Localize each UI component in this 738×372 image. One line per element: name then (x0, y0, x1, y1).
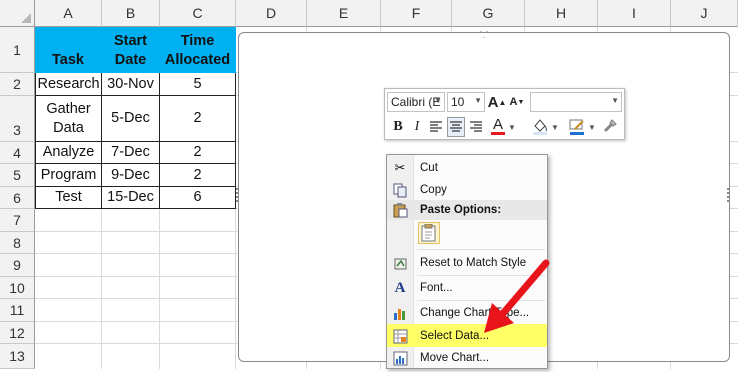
chevron-down-icon[interactable]: ▼ (550, 119, 560, 135)
row-header-9[interactable]: 9 (0, 254, 35, 277)
row-header-8[interactable]: 8 (0, 232, 35, 254)
table-cell[interactable]: 2 (160, 96, 236, 142)
align-left-button[interactable] (427, 117, 445, 137)
menu-item-label: Cut (420, 161, 438, 174)
chart-resize-handle-right[interactable] (727, 188, 731, 202)
row-header-10[interactable]: 10 (0, 277, 35, 299)
clipboard-icon (421, 224, 436, 242)
outline-color-button[interactable] (567, 116, 587, 136)
copy-icon (392, 182, 408, 198)
paint-bucket-icon (533, 119, 547, 135)
table-cell[interactable]: 6 (160, 187, 236, 209)
chevron-down-icon: ▼ (611, 96, 619, 105)
font-name-combobox[interactable]: Calibri (E ▼ (387, 92, 445, 112)
column-header-e[interactable]: E (307, 0, 381, 27)
table-header-time-allocated[interactable]: Time Allocated (160, 27, 236, 73)
column-header-b[interactable]: B (102, 0, 160, 27)
column-header-f[interactable]: F (381, 0, 452, 27)
table-header-start-date[interactable]: Start Date (102, 27, 160, 73)
pen-outline-icon (569, 119, 584, 135)
column-header-a[interactable]: A (35, 0, 102, 27)
table-cell[interactable]: Program (35, 164, 102, 187)
bold-button[interactable]: B (389, 117, 407, 137)
table-cell[interactable]: 15-Dec (102, 187, 160, 209)
shrink-font-button[interactable]: A ▼ (509, 92, 525, 112)
menu-item-label: Font... (420, 281, 453, 294)
align-right-icon (470, 121, 482, 132)
column-header-c[interactable]: C (160, 0, 236, 27)
table-header-task[interactable]: Task (35, 27, 102, 73)
table-cell[interactable]: 5 (160, 73, 236, 96)
row-header-12[interactable]: 12 (0, 322, 35, 344)
mini-format-toolbar: Calibri (E ▼ 10 ▼ A ▲ A ▼ ▼ B I A ▼ ▼ ▼ (384, 88, 625, 140)
table-cell[interactable]: 5-Dec (102, 96, 160, 142)
row-header-4[interactable]: 4 (0, 142, 35, 164)
brush-icon (603, 119, 617, 133)
menu-heading-label: Paste Options: (420, 204, 502, 216)
select-all-corner[interactable] (0, 0, 35, 27)
chevron-down-icon[interactable]: ▼ (587, 119, 597, 135)
chevron-down-icon: ▼ (434, 96, 442, 105)
font-color-icon: A (492, 116, 503, 133)
paste-icon (392, 202, 408, 218)
select-data-icon (392, 328, 408, 344)
italic-button[interactable]: I (409, 117, 425, 137)
row-header-1[interactable]: 1 (0, 27, 35, 73)
chart-resize-handle-left[interactable] (236, 188, 240, 202)
table-cell[interactable]: 30-Nov (102, 73, 160, 96)
row-header-13[interactable]: 13 (0, 344, 35, 369)
menu-item-move-chart[interactable]: Move Chart... (387, 346, 547, 369)
column-header-h[interactable]: H (525, 0, 598, 27)
font-icon: A (394, 279, 406, 296)
font-color-button[interactable]: A (489, 115, 507, 137)
shrink-font-icon: A (509, 96, 518, 108)
table-cell[interactable]: 7-Dec (102, 142, 160, 164)
chart-resize-handle-top[interactable]: · · · (477, 27, 491, 43)
row-header-6[interactable]: 6 (0, 187, 35, 209)
menu-item-cut[interactable]: ✂ Cut (387, 156, 547, 179)
column-header-g[interactable]: G (452, 0, 525, 27)
table-cell[interactable]: 2 (160, 142, 236, 164)
menu-item-label: Move Chart... (420, 351, 490, 364)
grow-font-button[interactable]: A ▲ (487, 92, 507, 112)
annotation-arrow-icon (484, 259, 550, 333)
format-painter-button[interactable] (600, 116, 620, 136)
style-combobox[interactable]: ▼ (530, 92, 622, 112)
paste-keep-formatting-button[interactable] (418, 222, 440, 244)
table-cell[interactable]: Gather Data (35, 96, 102, 142)
table-cell[interactable]: 2 (160, 164, 236, 187)
column-header-i[interactable]: I (598, 0, 671, 27)
menu-heading-paste-options: Paste Options: (387, 200, 547, 220)
table-cell[interactable]: 9-Dec (102, 164, 160, 187)
row-header-5[interactable]: 5 (0, 164, 35, 187)
row-header-7[interactable]: 7 (0, 209, 35, 232)
font-name-value: Calibri (E (391, 95, 441, 109)
table-cell[interactable]: Test (35, 187, 102, 209)
menu-separator (417, 249, 545, 250)
font-color-swatch (491, 132, 505, 135)
chevron-down-icon[interactable]: ▼ (507, 119, 517, 135)
chevron-down-icon: ▼ (474, 96, 482, 105)
table-cell[interactable]: Research (35, 73, 102, 96)
menu-item-label: Copy (420, 183, 447, 196)
column-header-j[interactable]: J (671, 0, 738, 27)
font-size-combobox[interactable]: 10 ▼ (447, 92, 485, 112)
row-header-2[interactable]: 2 (0, 73, 35, 96)
table-cell[interactable]: Analyze (35, 142, 102, 164)
align-left-icon (430, 121, 442, 132)
grow-font-icon: A (487, 93, 499, 111)
fill-color-button[interactable] (530, 116, 550, 136)
row-header-11[interactable]: 11 (0, 299, 35, 322)
reset-style-icon (392, 255, 408, 271)
align-center-icon (450, 121, 462, 132)
menu-item-copy[interactable]: Copy (387, 178, 547, 201)
move-chart-icon (392, 350, 408, 366)
align-right-button[interactable] (467, 117, 485, 137)
scissors-icon: ✂ (394, 160, 406, 175)
font-size-value: 10 (451, 95, 465, 109)
align-center-button[interactable] (447, 117, 465, 137)
column-header-d[interactable]: D (236, 0, 307, 27)
row-header-3[interactable]: 3 (0, 96, 35, 142)
chart-type-icon (392, 305, 408, 321)
